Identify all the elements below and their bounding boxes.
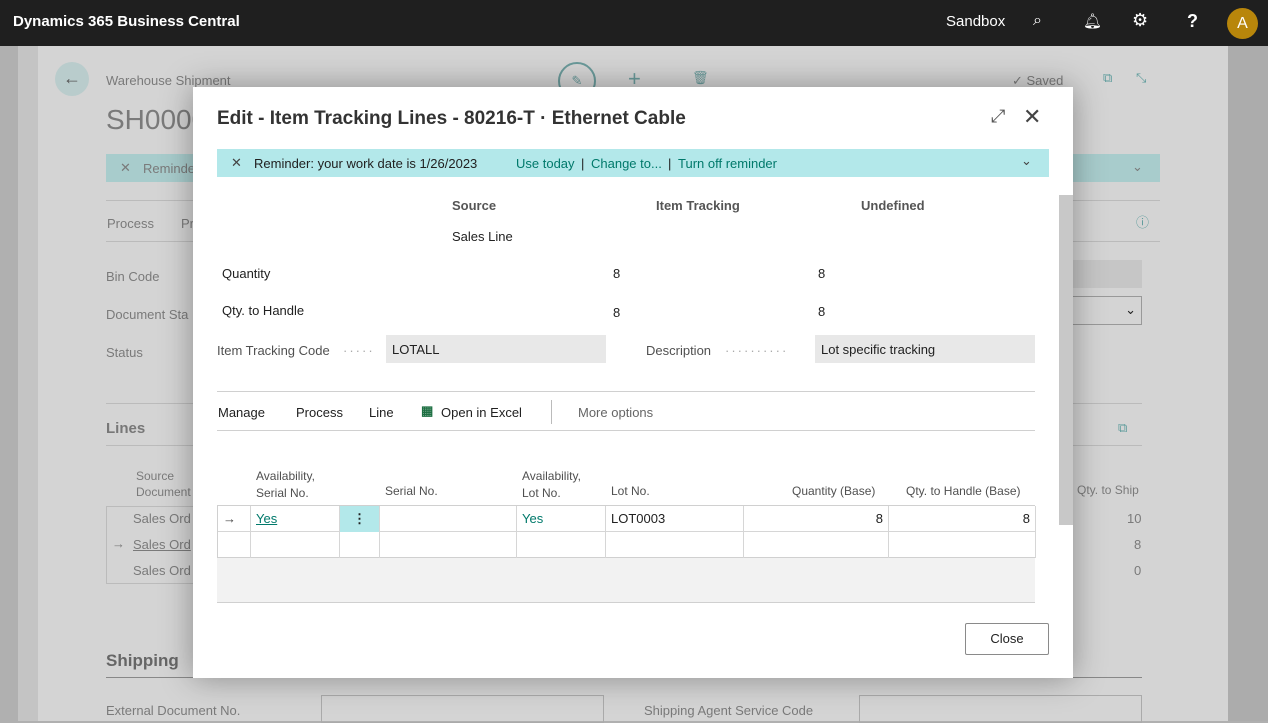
column-undefined: Undefined [861,198,925,213]
description-label: Description [646,343,712,358]
field-label: Document Sta [106,307,189,322]
table-empty-area [217,558,1035,603]
expand-icon[interactable]: ⤢ [991,106,1005,127]
qty-to-handle-cell[interactable]: 8 [889,506,1036,532]
back-button[interactable]: ← [55,62,89,96]
app-title[interactable]: Dynamics 365 Business Central [13,13,240,30]
turn-off-reminder-link[interactable]: Turn off reminder [678,156,777,171]
field-label: Status [106,345,143,360]
dialog-title: Edit - Item Tracking Lines - 80216-T · E… [217,108,686,129]
quantity-base-cell[interactable]: 8 [744,506,889,532]
availability-lot-cell[interactable]: Yes [517,506,606,532]
qty-cell: 10 [1127,511,1142,526]
reminder-text: Reminder [143,161,200,176]
qty-to-handle-undefined: 8 [818,304,826,319]
tracking-lines-table: → Yes ⋮ Yes LOT0003 8 8 [217,505,1036,558]
tab-process[interactable]: Process [107,216,154,231]
shipping-title: Shipping [106,651,179,670]
background-strip-right [1228,46,1268,721]
item-tracking-code-label: Item Tracking Code [217,343,330,358]
list-item[interactable]: Sales Ord [133,563,191,578]
quantity-source: 8 [613,266,621,281]
bell-icon[interactable]: 🔔︎ [1083,12,1102,30]
qty-cell: 8 [1134,537,1142,552]
item-tracking-code-field[interactable]: LOTALL [386,335,606,363]
quantity-label: Quantity [222,266,271,281]
chevron-down-icon[interactable]: ⌄ [1021,153,1032,169]
item-tracking-dialog: Edit - Item Tracking Lines - 80216-T · E… [193,87,1073,678]
column-source: Source [452,198,497,213]
description-field[interactable]: Lot specific tracking [815,335,1035,363]
action-manage[interactable]: Manage [218,405,265,420]
column-availability-lot: Availability, Lot No. [522,469,581,500]
row-menu-icon[interactable]: ⋮ [340,506,380,532]
scrollbar[interactable] [1059,195,1073,525]
document-number: SH0000 [106,104,208,135]
change-to-link[interactable]: Change to... [591,156,662,171]
collapse-icon[interactable]: ⤡ [1136,70,1146,86]
column-qty-to-ship: Qty. to Ship [1077,483,1139,497]
environment-label[interactable]: Sandbox [946,13,1005,30]
background-lines-table: Sales Ord → Sales Ord Sales Ord [106,506,196,584]
reminder-text: Reminder: your work date is 1/26/2023 [254,156,478,171]
close-button[interactable]: Close [965,623,1049,655]
column-availability-serial: Availability, Serial No. [256,469,315,500]
qty-cell: 0 [1134,563,1142,578]
quantity-undefined: 8 [818,266,826,281]
excel-icon: ▦ [421,403,434,418]
arrow-right-icon: → [112,536,125,551]
lot-no-cell[interactable]: LOT0003 [606,506,744,532]
serial-no-cell[interactable] [380,506,517,532]
breadcrumb: Warehouse Shipment [106,73,231,88]
column-qty-to-handle-base: Qty. to Handle (Base) [906,484,1021,498]
list-item[interactable]: Sales Ord [133,511,191,526]
field-label: Shipping Agent Service Code [644,703,814,718]
saved-label: Saved [1026,73,1064,88]
shipping-agent-service-select[interactable] [859,695,1142,723]
reminder-bar: ✕ Reminder: your work date is 1/26/2023 … [217,149,1049,177]
external-document-input[interactable] [321,695,604,723]
column-serial-no: Serial No. [385,484,438,498]
action-open-in-excel[interactable]: Open in Excel [441,405,522,420]
availability-serial-link[interactable]: Yes [256,511,277,526]
lines-title: Lines [106,420,146,437]
use-today-link[interactable]: Use today [516,156,575,171]
background-strip [18,46,38,721]
close-icon[interactable]: ✕ [120,160,131,176]
close-icon[interactable]: ✕ [1023,104,1041,130]
table-row-empty[interactable] [218,532,1036,558]
field-label: External Document No. [106,703,241,718]
action-process[interactable]: Process [296,405,343,420]
table-row[interactable]: → Yes ⋮ Yes LOT0003 8 8 [218,506,1036,532]
source-sub-label: Sales Line [452,229,513,244]
dismiss-icon[interactable]: ✕ [231,155,242,171]
search-icon[interactable]: ⌕ [1033,12,1042,30]
action-more-options[interactable]: More options [578,405,653,420]
qty-to-handle-source: 8 [613,305,621,320]
column-lot-no: Lot No. [611,484,650,498]
expand-icon[interactable]: ⧉ [1118,420,1127,436]
field-label: Bin Code [106,269,160,284]
help-icon[interactable]: ? [1187,11,1198,32]
open-new-window-icon[interactable]: ⧉ [1103,70,1112,86]
top-bar: Dynamics 365 Business Central Sandbox ⌕ … [0,0,1268,46]
qty-to-handle-label: Qty. to Handle [222,303,305,318]
column-quantity-base: Quantity (Base) [792,484,876,498]
chevron-down-icon[interactable]: ⌄ [1132,159,1143,175]
avatar[interactable]: A [1227,8,1258,39]
column-item-tracking: Item Tracking [656,198,740,213]
gear-icon[interactable]: ⚙ [1132,10,1148,31]
action-line[interactable]: Line [369,405,394,420]
chevron-down-icon: ⌄ [1125,302,1136,317]
list-item[interactable]: Sales Ord [133,537,191,552]
arrow-right-icon: → [218,506,251,532]
delete-icon[interactable]: 🗑︎ [692,70,709,86]
info-icon[interactable]: ⓘ [1136,212,1149,231]
